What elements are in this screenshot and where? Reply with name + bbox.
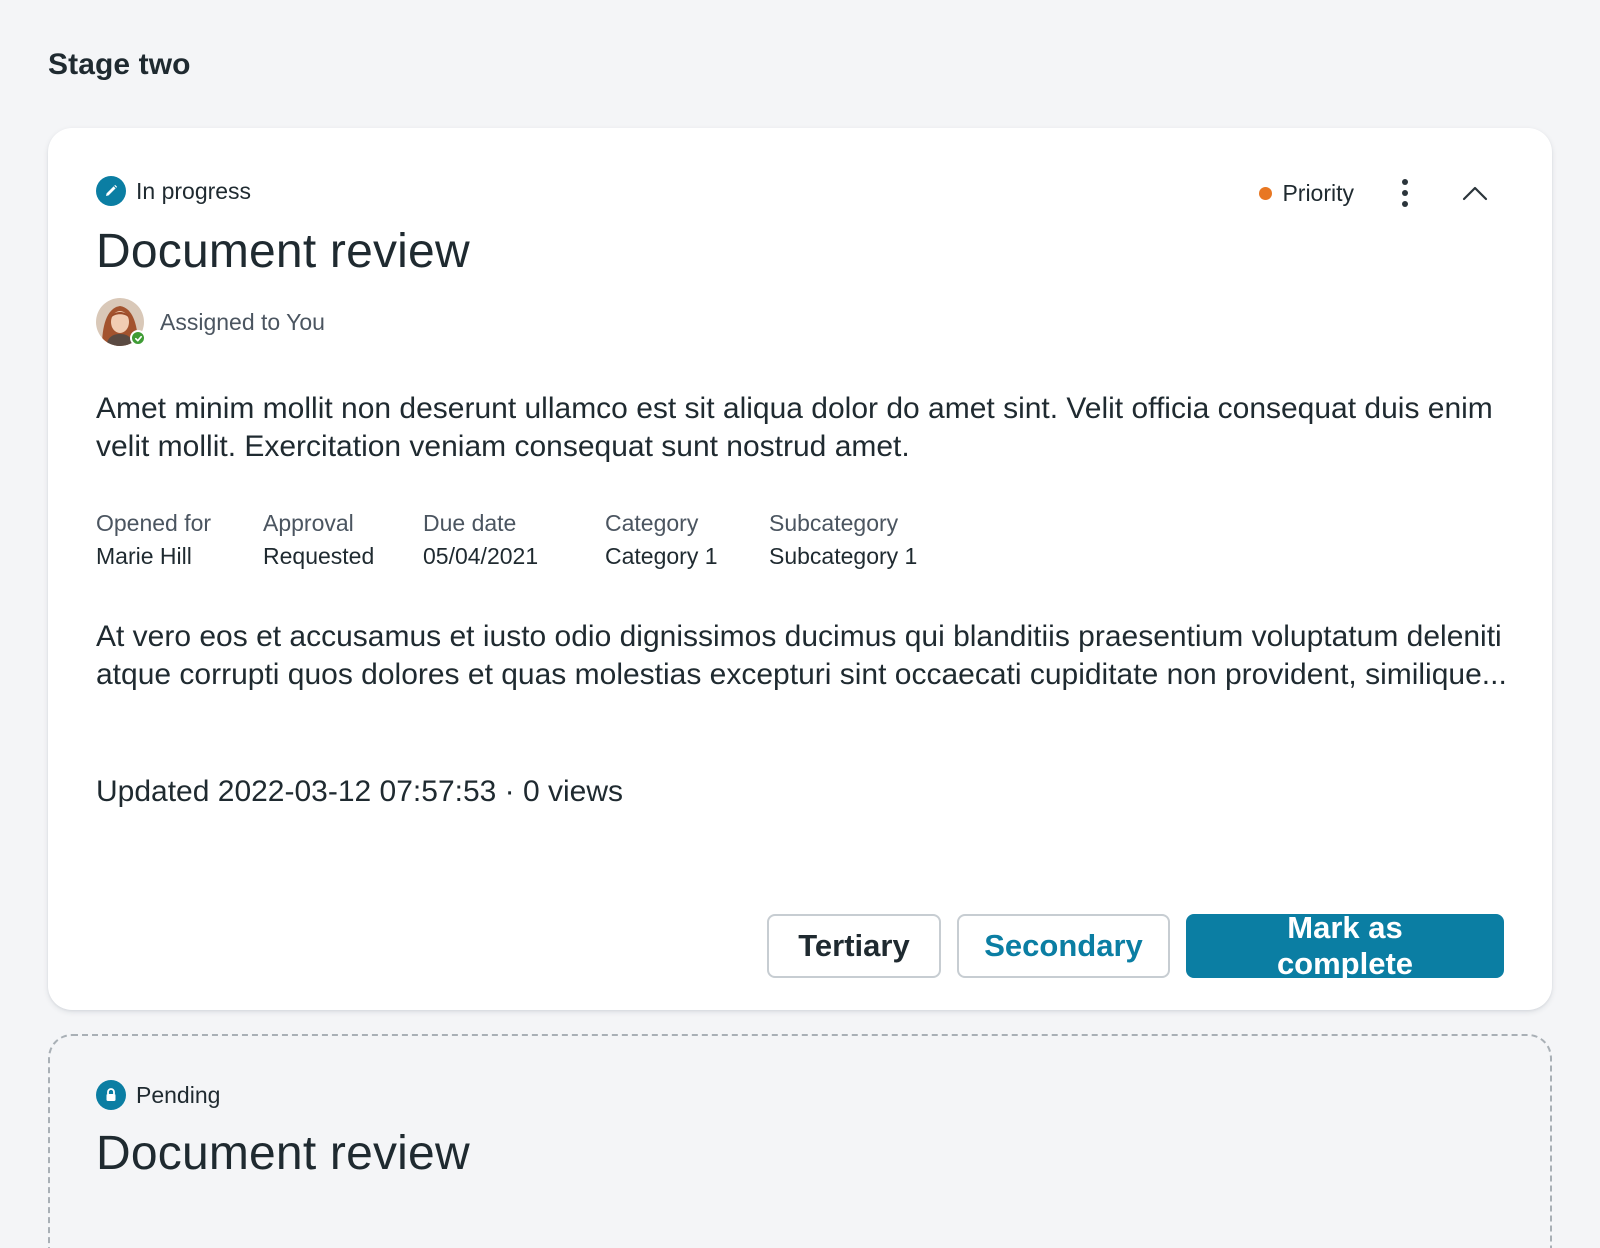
mark-as-complete-button[interactable]: Mark as complete [1186, 910, 1504, 981]
meta-due-date: Due date 05/04/2021 [423, 510, 605, 570]
priority-label: Priority [1282, 179, 1354, 206]
meta-opened-for: Opened for Marie Hill [96, 510, 263, 570]
meta-subcategory: Subcategory Subcategory 1 [769, 510, 969, 570]
secondary-button[interactable]: Secondary [957, 914, 1170, 978]
priority-dot-icon [1259, 186, 1273, 200]
meta-label: Opened for [96, 510, 212, 536]
updated-info: Updated 2022-03-12 07:57:53 · 0 views [96, 775, 624, 808]
card-description: Amet minim mollit non deserunt ullamco e… [96, 392, 1493, 463]
assignee: Assigned to You [96, 298, 325, 346]
card-summary: At vero eos et accusamus et iusto odio d… [96, 620, 1507, 691]
pencil-icon [96, 176, 126, 206]
lock-icon [96, 1080, 126, 1110]
status-row: Pending [96, 1080, 220, 1110]
meta-category: Category Category 1 [605, 510, 769, 570]
card-title: Document review [96, 1127, 470, 1180]
card-title: Document review [96, 225, 470, 278]
card-controls: Priority [1259, 176, 1492, 210]
status-label: In progress [136, 177, 252, 204]
meta-approval: Approval Requested [263, 510, 423, 570]
avatar[interactable] [96, 298, 146, 346]
task-card-pending: Pending Document review [48, 1034, 1552, 1248]
page: Stage two In progress Priority Document … [0, 0, 1600, 1248]
meta-value: Marie Hill [96, 543, 192, 569]
priority-badge: Priority [1259, 180, 1354, 207]
task-card-in-progress: In progress Priority Document review Ass… [48, 128, 1552, 1010]
meta-label: Approval [263, 510, 354, 536]
tertiary-button[interactable]: Tertiary [767, 914, 941, 978]
meta-label: Subcategory [769, 510, 899, 536]
status-row: In progress [96, 176, 251, 206]
assignee-label: Assigned to You [160, 308, 325, 335]
stage-title: Stage two [48, 48, 191, 81]
meta-fields: Opened for Marie Hill Approval Requested… [96, 510, 969, 570]
card-actions: Tertiary Secondary Mark as complete [767, 910, 1504, 981]
meta-value: Category 1 [605, 543, 718, 569]
meta-value: Subcategory 1 [769, 543, 918, 569]
meta-label: Due date [423, 510, 517, 536]
meta-value: 05/04/2021 [423, 543, 539, 569]
meta-value: Requested [263, 543, 375, 569]
status-label: Pending [136, 1081, 221, 1108]
chevron-up-icon[interactable] [1458, 176, 1492, 210]
presence-online-icon [130, 330, 146, 346]
meta-label: Category [605, 510, 699, 536]
more-options-icon[interactable] [1388, 176, 1422, 210]
